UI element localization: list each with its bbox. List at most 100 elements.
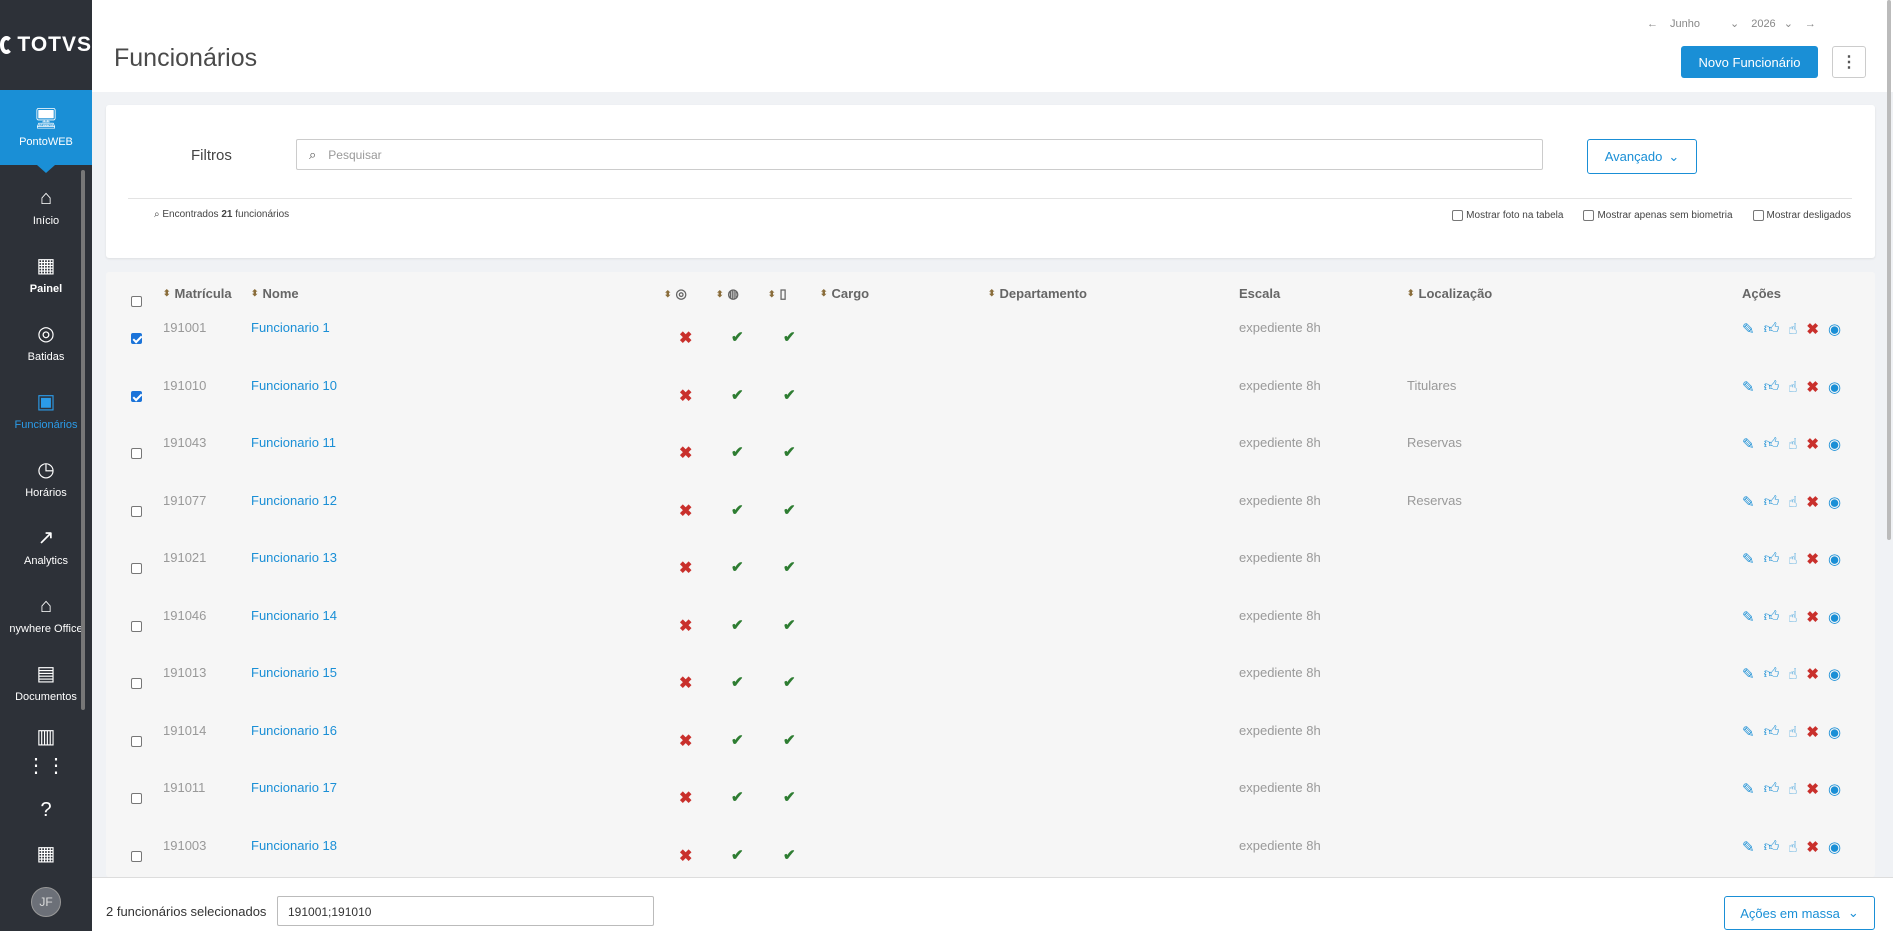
column-header-biometry[interactable]: ⬍ ◎ <box>664 286 687 302</box>
employee-name-link[interactable]: Funcionario 15 <box>251 665 337 680</box>
thumbs-up-icon[interactable]: 👍︎ <box>1764 435 1780 453</box>
edit-icon[interactable]: ✎ <box>1742 838 1755 856</box>
column-header-matricula[interactable]: ⬍ Matrícula <box>163 286 232 301</box>
next-month-icon[interactable]: → <box>1805 18 1816 30</box>
edit-icon[interactable]: ✎ <box>1742 780 1755 798</box>
delete-icon[interactable]: ✖ <box>1806 608 1819 626</box>
employee-name-link[interactable]: Funcionario 18 <box>251 838 337 853</box>
delete-icon[interactable]: ✖ <box>1806 493 1819 511</box>
edit-icon[interactable]: ✎ <box>1742 608 1755 626</box>
thumbs-up-icon[interactable]: 👍︎ <box>1764 608 1780 626</box>
hand-pointer-icon[interactable]: ☝︎ <box>1788 435 1797 453</box>
thumbs-up-icon[interactable]: 👍︎ <box>1764 550 1780 568</box>
edit-icon[interactable]: ✎ <box>1742 550 1755 568</box>
employee-name-link[interactable]: Funcionario 13 <box>251 550 337 565</box>
edit-icon[interactable]: ✎ <box>1742 665 1755 683</box>
row-checkbox[interactable] <box>131 505 142 517</box>
column-header-nome[interactable]: ⬍ Nome <box>251 286 299 301</box>
employee-name-link[interactable]: Funcionario 10 <box>251 378 337 393</box>
thumbs-up-icon[interactable]: 👍︎ <box>1764 493 1780 511</box>
row-checkbox[interactable] <box>131 735 142 747</box>
employee-name-link[interactable]: Funcionario 1 <box>251 320 330 335</box>
no-biometry-option[interactable]: Mostrar apenas sem biometria <box>1583 210 1733 221</box>
hand-pointer-icon[interactable]: ☝︎ <box>1788 608 1797 626</box>
sidebar-item-anywhere-office[interactable]: ⌂ nywhere Office <box>0 581 92 649</box>
sidebar-item-funcionarios[interactable]: ▣ Funcionários <box>0 377 92 445</box>
sidebar-item-painel[interactable]: ▦ Painel <box>0 241 92 309</box>
edit-icon[interactable]: ✎ <box>1742 493 1755 511</box>
row-checkbox[interactable] <box>131 563 142 574</box>
edit-icon[interactable]: ✎ <box>1742 320 1755 338</box>
thumbs-up-icon[interactable]: 👍︎ <box>1764 320 1780 338</box>
delete-icon[interactable]: ✖ <box>1806 435 1819 453</box>
row-checkbox[interactable] <box>131 333 142 344</box>
show-photo-checkbox[interactable] <box>1452 210 1464 221</box>
sidebar-item-batidas[interactable]: ◎ Batidas <box>0 309 92 377</box>
hand-pointer-icon[interactable]: ☝︎ <box>1788 838 1797 856</box>
show-dismissed-checkbox[interactable] <box>1752 210 1764 221</box>
delete-icon[interactable]: ✖ <box>1806 838 1819 856</box>
mass-actions-button[interactable]: Ações em massa ⌄ <box>1724 896 1875 930</box>
view-icon[interactable]: ◉ <box>1828 608 1841 626</box>
column-header-departamento[interactable]: ⬍ Departamento <box>988 286 1087 301</box>
year-select[interactable]: 2026 ⌄ <box>1751 17 1793 31</box>
view-icon[interactable]: ◉ <box>1828 493 1841 511</box>
sidebar-item-inicio[interactable]: ⌂ Início <box>0 173 92 241</box>
hand-pointer-icon[interactable]: ☝︎ <box>1788 780 1797 798</box>
row-checkbox[interactable] <box>131 448 142 459</box>
advanced-filter-button[interactable]: Avançado ⌄ <box>1587 139 1697 174</box>
thumbs-up-icon[interactable]: 👍︎ <box>1764 723 1780 741</box>
thumbs-up-icon[interactable]: 👍︎ <box>1764 378 1780 396</box>
hand-pointer-icon[interactable]: ☝︎ <box>1788 550 1797 568</box>
row-checkbox[interactable] <box>131 620 142 632</box>
edit-icon[interactable]: ✎ <box>1742 378 1755 396</box>
show-dismissed-option[interactable]: Mostrar desligados <box>1752 210 1851 221</box>
month-select[interactable]: Junho ⌄ <box>1670 17 1739 31</box>
no-biometry-checkbox[interactable] <box>1583 210 1595 221</box>
column-header-cargo[interactable]: ⬍ Cargo <box>820 286 869 301</box>
help-icon[interactable]: ? <box>40 799 51 821</box>
column-header-localizacao[interactable]: ⬍ Localização <box>1407 286 1492 301</box>
delete-icon[interactable]: ✖ <box>1806 665 1819 683</box>
delete-icon[interactable]: ✖ <box>1806 550 1819 568</box>
hand-pointer-icon[interactable]: ☝︎ <box>1788 320 1797 338</box>
view-icon[interactable]: ◉ <box>1828 665 1841 683</box>
employee-name-link[interactable]: Funcionario 17 <box>251 780 337 795</box>
company-icon[interactable]: ▦ <box>37 843 56 865</box>
sidebar-item-more[interactable]: ▥ <box>0 717 92 757</box>
edit-icon[interactable]: ✎ <box>1742 435 1755 453</box>
row-checkbox[interactable] <box>131 850 142 862</box>
hand-pointer-icon[interactable]: ☝︎ <box>1788 665 1797 683</box>
view-icon[interactable]: ◉ <box>1828 838 1841 856</box>
more-options-button[interactable]: ⋮ <box>1832 46 1866 78</box>
thumbs-up-icon[interactable]: 👍︎ <box>1764 838 1780 856</box>
sidebar-item-pontoweb[interactable]: 🖥 PontoWEB <box>0 90 92 173</box>
hand-pointer-icon[interactable]: ☝︎ <box>1788 493 1797 511</box>
totvs-logo[interactable]: TOTVS <box>0 0 92 90</box>
new-employee-button[interactable]: Novo Funcionário <box>1681 46 1818 78</box>
avatar[interactable]: JF <box>31 887 61 917</box>
view-icon[interactable]: ◉ <box>1828 435 1841 453</box>
thumbs-up-icon[interactable]: 👍︎ <box>1764 780 1780 798</box>
prev-month-icon[interactable]: ← <box>1647 18 1658 30</box>
employee-name-link[interactable]: Funcionario 11 <box>251 435 336 450</box>
apps-grid-icon[interactable]: ⋮⋮ <box>26 755 66 777</box>
thumbs-up-icon[interactable]: 👍︎ <box>1764 665 1780 683</box>
delete-icon[interactable]: ✖ <box>1806 780 1819 798</box>
view-icon[interactable]: ◉ <box>1828 550 1841 568</box>
delete-icon[interactable]: ✖ <box>1806 378 1819 396</box>
employee-name-link[interactable]: Funcionario 12 <box>251 493 337 508</box>
view-icon[interactable]: ◉ <box>1828 780 1841 798</box>
view-icon[interactable]: ◉ <box>1828 320 1841 338</box>
page-scrollbar[interactable] <box>1887 0 1891 540</box>
employee-name-link[interactable]: Funcionario 16 <box>251 723 337 738</box>
edit-icon[interactable]: ✎ <box>1742 723 1755 741</box>
hand-pointer-icon[interactable]: ☝︎ <box>1788 378 1797 396</box>
row-checkbox[interactable] <box>131 390 142 402</box>
selected-ids-field[interactable]: 191001;191010 <box>277 896 654 926</box>
search-input[interactable]: ⌕ Pesquisar <box>296 139 1543 170</box>
column-header-mobile[interactable]: ⬍ ▯ <box>768 286 787 302</box>
delete-icon[interactable]: ✖ <box>1806 320 1819 338</box>
sidebar-item-horarios[interactable]: ◷ Horários <box>0 445 92 513</box>
column-header-web[interactable]: ⬍ ◍ <box>716 286 739 302</box>
